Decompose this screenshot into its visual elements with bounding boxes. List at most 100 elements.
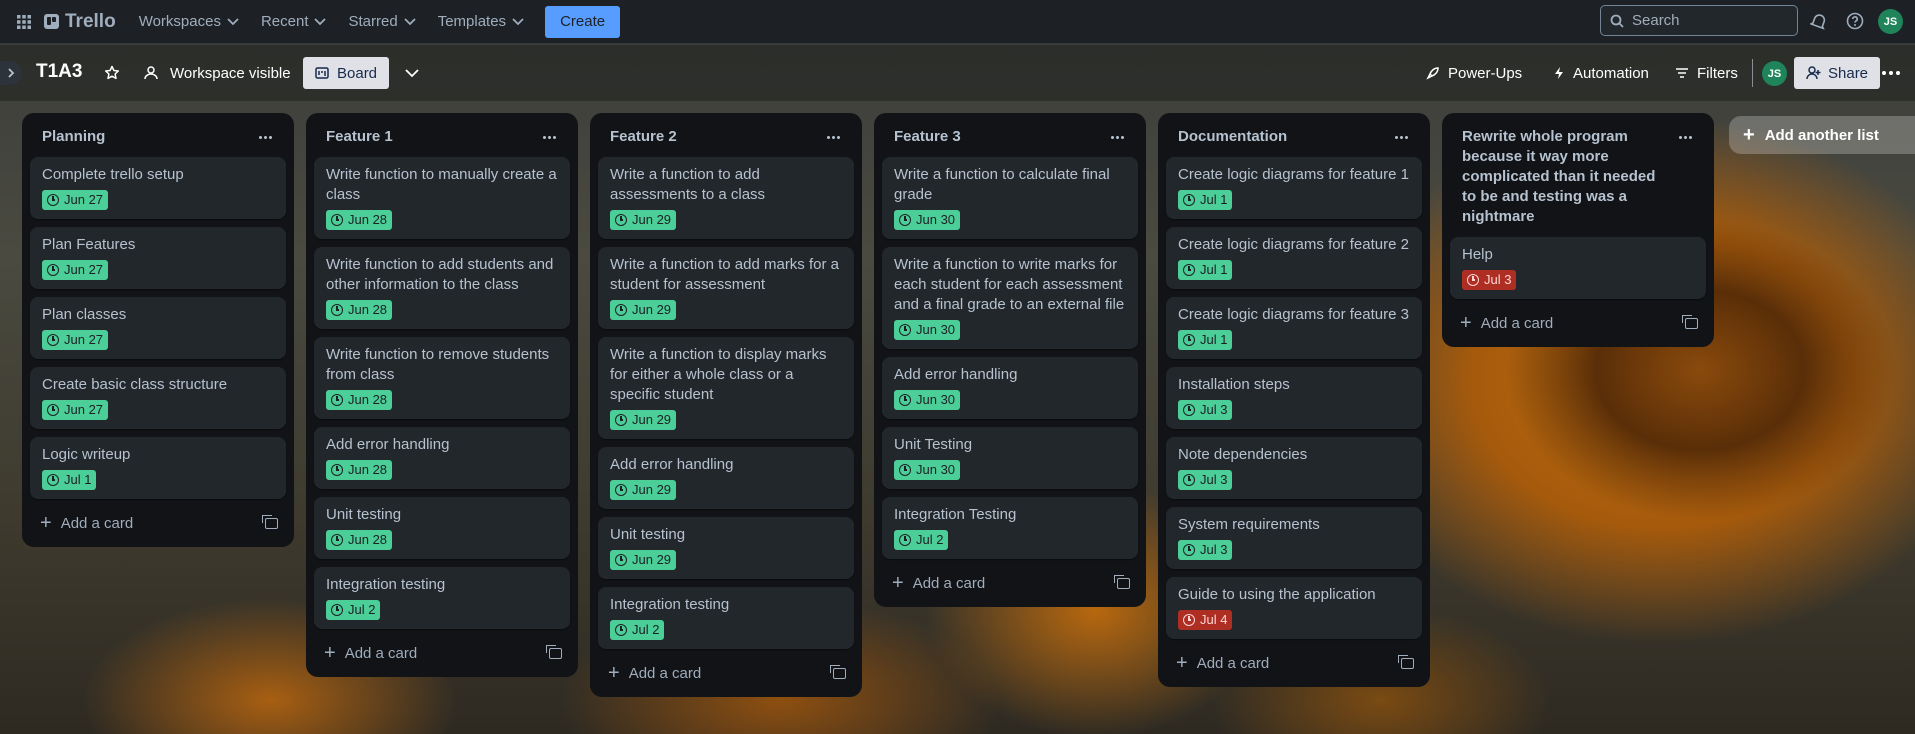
list[interactable]: Feature 1 Write function to manually crea… <box>306 113 578 677</box>
due-date-badge[interactable]: Jul 3 <box>1462 270 1517 290</box>
card[interactable]: Installation steps Jul 3 <box>1166 367 1422 429</box>
card[interactable]: Create basic class structure Jun 27 <box>30 367 286 429</box>
list-title[interactable]: Rewrite whole program because it way mor… <box>1462 127 1673 227</box>
card[interactable]: Create logic diagrams for feature 3 Jul 1 <box>1166 297 1422 359</box>
list[interactable]: Planning Complete trello setup Jun 27 Plan … <box>22 113 294 547</box>
list-title[interactable]: Documentation <box>1178 127 1287 147</box>
due-date-badge[interactable]: Jul 1 <box>42 470 97 490</box>
list-header[interactable]: Feature 1 <box>314 121 570 153</box>
share-button[interactable]: Share <box>1794 57 1881 89</box>
list-title[interactable]: Feature 2 <box>610 127 677 147</box>
list-header[interactable]: Feature 2 <box>598 121 854 153</box>
create-from-template-icon[interactable] <box>1114 574 1130 589</box>
card[interactable]: Logic writeup Jul 1 <box>30 437 286 499</box>
due-date-badge[interactable]: Jun 27 <box>42 190 109 210</box>
menu-recent[interactable]: Recent <box>250 6 338 38</box>
card[interactable]: Create logic diagrams for feature 2 Jul 1 <box>1166 227 1422 289</box>
menu-workspaces[interactable]: Workspaces <box>128 6 250 38</box>
member-avatar[interactable]: JS <box>1762 61 1787 86</box>
automation-button[interactable]: Automation <box>1543 57 1659 89</box>
card[interactable]: Unit testing Jun 29 <box>598 517 854 579</box>
more-options-button[interactable] <box>1874 57 1908 89</box>
due-date-badge[interactable]: Jul 3 <box>1178 540 1233 560</box>
due-date-badge[interactable]: Jun 30 <box>894 460 961 480</box>
list-header[interactable]: Feature 3 <box>882 121 1138 153</box>
due-date-badge[interactable]: Jun 27 <box>42 400 109 420</box>
trello-logo[interactable]: Trello <box>44 11 116 33</box>
search-input[interactable]: Search <box>1600 5 1798 36</box>
board-view-button[interactable]: Board <box>303 57 390 89</box>
due-date-badge[interactable]: Jul 1 <box>1178 260 1233 280</box>
card[interactable]: Note dependencies Jul 3 <box>1166 437 1422 499</box>
menu-starred[interactable]: Starred <box>337 6 426 38</box>
card[interactable]: Add error handling Jun 28 <box>314 427 570 489</box>
create-from-template-icon[interactable] <box>546 644 562 659</box>
due-date-badge[interactable]: Jul 2 <box>894 530 949 550</box>
filters-button[interactable]: Filters <box>1665 57 1748 89</box>
create-from-template-icon[interactable] <box>1682 314 1698 329</box>
card[interactable]: Add error handling Jun 30 <box>882 357 1138 419</box>
due-date-badge[interactable]: Jun 27 <box>42 260 109 280</box>
list-menu-icon[interactable] <box>1389 127 1414 147</box>
card[interactable]: Integration Testing Jul 2 <box>882 497 1138 559</box>
card[interactable]: Write function to remove students from c… <box>314 337 570 419</box>
list[interactable]: Documentation Create logic diagrams for f… <box>1158 113 1430 687</box>
card[interactable]: Integration testing Jul 2 <box>314 567 570 629</box>
add-card-button[interactable]: + Add a card <box>892 573 985 593</box>
due-date-badge[interactable]: Jul 3 <box>1178 470 1233 490</box>
list-menu-icon[interactable] <box>1673 127 1698 147</box>
list[interactable]: Feature 3 Write a function to calculate f… <box>874 113 1146 607</box>
list-menu-icon[interactable] <box>253 127 278 147</box>
due-date-badge[interactable]: Jul 2 <box>326 600 381 620</box>
card[interactable]: Integration testing Jul 2 <box>598 587 854 649</box>
view-switcher-button[interactable] <box>397 57 427 89</box>
due-date-badge[interactable]: Jun 28 <box>326 300 393 320</box>
add-card-button[interactable]: + Add a card <box>1176 653 1269 673</box>
list-header[interactable]: Documentation <box>1166 121 1422 153</box>
card[interactable]: System requirements Jul 3 <box>1166 507 1422 569</box>
card[interactable]: Help Jul 3 <box>1450 237 1706 299</box>
sidebar-expand-button[interactable] <box>0 61 22 85</box>
menu-templates[interactable]: Templates <box>427 6 535 38</box>
due-date-badge[interactable]: Jul 1 <box>1178 330 1233 350</box>
add-card-button[interactable]: + Add a card <box>1460 313 1553 333</box>
visibility-button[interactable]: Workspace visible <box>134 57 301 89</box>
add-card-button[interactable]: + Add a card <box>608 663 701 683</box>
due-date-badge[interactable]: Jun 29 <box>610 550 677 570</box>
list[interactable]: Rewrite whole program because it way mor… <box>1442 113 1714 347</box>
card[interactable]: Write function to add students and other… <box>314 247 570 329</box>
due-date-badge[interactable]: Jul 4 <box>1178 610 1233 630</box>
list[interactable]: Feature 2 Write a function to add assessm… <box>590 113 862 697</box>
create-from-template-icon[interactable] <box>1398 654 1414 669</box>
list-header[interactable]: Rewrite whole program because it way mor… <box>1450 121 1706 233</box>
app-switcher-icon[interactable] <box>8 6 40 38</box>
list-title[interactable]: Planning <box>42 127 105 147</box>
due-date-badge[interactable]: Jun 28 <box>326 210 393 230</box>
card[interactable]: Complete trello setup Jun 27 <box>30 157 286 219</box>
card[interactable]: Unit testing Jun 28 <box>314 497 570 559</box>
card[interactable]: Write function to manually create a clas… <box>314 157 570 239</box>
due-date-badge[interactable]: Jul 3 <box>1178 400 1233 420</box>
due-date-badge[interactable]: Jul 2 <box>610 620 665 640</box>
add-card-button[interactable]: + Add a card <box>324 643 417 663</box>
card[interactable]: Guide to using the application Jul 4 <box>1166 577 1422 639</box>
card[interactable]: Create logic diagrams for feature 1 Jul 1 <box>1166 157 1422 219</box>
create-from-template-icon[interactable] <box>262 514 278 529</box>
card[interactable]: Write a function to calculate final grad… <box>882 157 1138 239</box>
board-title[interactable]: T1A3 <box>36 61 82 83</box>
card[interactable]: Plan Features Jun 27 <box>30 227 286 289</box>
card[interactable]: Unit Testing Jun 30 <box>882 427 1138 489</box>
help-icon[interactable] <box>1844 10 1866 32</box>
card[interactable]: Write a function to write marks for each… <box>882 247 1138 349</box>
due-date-badge[interactable]: Jun 30 <box>894 390 961 410</box>
list-title[interactable]: Feature 3 <box>894 127 961 147</box>
add-list-button[interactable]: + Add another list <box>1729 116 1915 154</box>
star-board-button[interactable] <box>96 57 128 89</box>
due-date-badge[interactable]: Jul 1 <box>1178 190 1233 210</box>
card[interactable]: Write a function to display marks for ei… <box>598 337 854 439</box>
create-from-template-icon[interactable] <box>830 664 846 679</box>
list-menu-icon[interactable] <box>537 127 562 147</box>
list-title[interactable]: Feature 1 <box>326 127 393 147</box>
list-menu-icon[interactable] <box>821 127 846 147</box>
card[interactable]: Write a function to add marks for a stud… <box>598 247 854 329</box>
